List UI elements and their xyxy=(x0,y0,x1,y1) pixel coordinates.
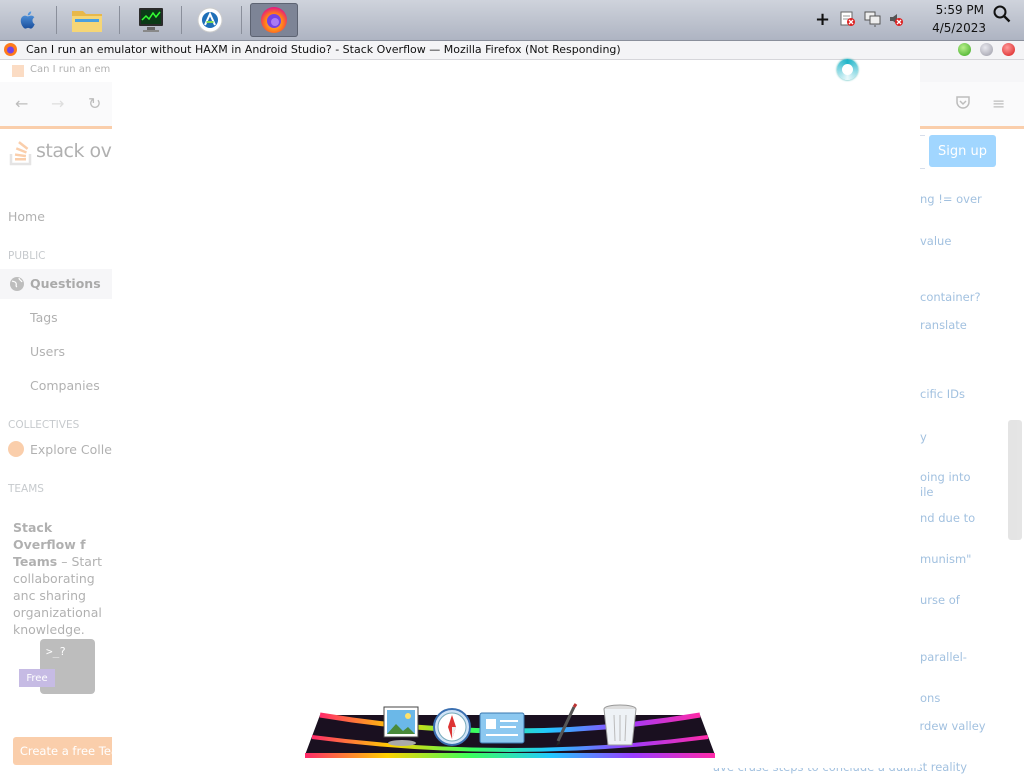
file-explorer-button[interactable] xyxy=(63,3,111,37)
hot-question-link[interactable]: urse of xyxy=(920,593,960,607)
nav-explore-collectives[interactable]: Explore Collec xyxy=(30,442,119,457)
pocket-icon[interactable] xyxy=(956,94,970,113)
taskbar-divider xyxy=(181,6,182,34)
taskbar-divider xyxy=(56,6,57,34)
sign-up-button[interactable]: Sign up xyxy=(929,135,996,167)
network-error-icon[interactable] xyxy=(840,11,856,30)
menu-icon[interactable]: ≡ xyxy=(992,94,1005,113)
photo-app-icon[interactable] xyxy=(382,705,422,750)
scrollbar[interactable] xyxy=(1008,420,1022,540)
taskbar-divider xyxy=(119,6,120,34)
nav-questions-label: Questions xyxy=(30,276,101,291)
firefox-icon xyxy=(261,7,287,33)
hot-question-link[interactable]: cific IDs xyxy=(920,387,965,401)
collectives-icon xyxy=(8,441,24,457)
minimize-button[interactable] xyxy=(958,43,971,56)
add-icon[interactable]: + xyxy=(815,9,830,30)
pen-tool-icon[interactable] xyxy=(550,703,580,750)
firefox-taskbar-button[interactable] xyxy=(250,3,298,37)
hot-question-link[interactable]: ng != over xyxy=(920,192,982,206)
safari-icon[interactable] xyxy=(432,707,472,750)
hot-question-link[interactable]: container? xyxy=(920,290,981,304)
monitor-icon xyxy=(139,8,163,32)
nav-tags[interactable]: Tags xyxy=(30,310,58,325)
folder-icon xyxy=(72,11,102,32)
apple-icon xyxy=(20,11,35,29)
network-icon[interactable] xyxy=(864,11,882,30)
dock xyxy=(300,695,720,768)
window-titlebar[interactable]: Can I run an emulator without HAXM in An… xyxy=(0,41,1024,60)
close-button[interactable] xyxy=(1002,43,1015,56)
preview-app-icon[interactable] xyxy=(478,711,526,750)
hot-question-link[interactable]: ons xyxy=(920,691,940,705)
trash-icon[interactable] xyxy=(600,703,640,754)
free-badge: Free xyxy=(19,669,55,687)
android-studio-icon xyxy=(197,7,223,33)
clock-date[interactable]: 4/5/2023 xyxy=(932,21,986,35)
hot-question-link[interactable]: parallel- xyxy=(920,650,967,664)
hot-question-link[interactable]: value xyxy=(920,234,951,248)
task-manager-button[interactable] xyxy=(127,3,175,37)
clock-time[interactable]: 5:59 PM xyxy=(936,3,984,17)
nav-section-collectives: COLLECTIVES xyxy=(8,419,80,431)
taskbar-divider xyxy=(241,6,242,34)
maximize-button[interactable] xyxy=(980,43,993,56)
reload-icon[interactable]: ↻ xyxy=(88,94,101,113)
nav-section-teams: TEAMS xyxy=(8,483,44,495)
forward-arrow-icon[interactable]: → xyxy=(51,94,64,113)
hot-question-link[interactable]: y xyxy=(920,430,927,444)
volume-muted-icon[interactable] xyxy=(888,11,904,30)
hot-question-link[interactable]: munism" xyxy=(920,552,971,566)
window-title: Can I run an emulator without HAXM in An… xyxy=(26,43,621,56)
firefox-icon xyxy=(3,42,18,60)
hot-question-link[interactable]: nd due to xyxy=(920,511,975,525)
nav-companies[interactable]: Companies xyxy=(30,378,100,393)
hot-question-link[interactable]: ranslate xyxy=(920,318,967,332)
not-responding-overlay xyxy=(112,60,920,768)
stackoverflow-logo-icon[interactable] xyxy=(9,136,35,169)
apple-menu-button[interactable] xyxy=(4,3,52,37)
tab-label: Can I run an em xyxy=(30,64,111,75)
taskbar: + 5:59 PM 4/5/2023 xyxy=(0,0,1024,41)
nav-questions[interactable]: Questions xyxy=(0,269,112,299)
nav-home[interactable]: Home xyxy=(8,209,45,224)
nav-section-public: PUBLIC xyxy=(8,250,46,262)
nav-users[interactable]: Users xyxy=(30,344,65,359)
teams-promo: Stack Overflow f Teams – Start collabora… xyxy=(13,519,118,638)
hot-question-link[interactable]: oing into xyxy=(920,470,971,484)
back-arrow-icon[interactable]: ← xyxy=(15,94,28,113)
stackoverflow-favicon-icon xyxy=(12,65,24,77)
globe-icon xyxy=(9,276,25,295)
android-studio-button[interactable] xyxy=(186,3,234,37)
search-icon[interactable] xyxy=(993,5,1011,26)
hot-question-link[interactable]: ile xyxy=(920,485,933,499)
busy-spinner-center xyxy=(842,64,853,75)
